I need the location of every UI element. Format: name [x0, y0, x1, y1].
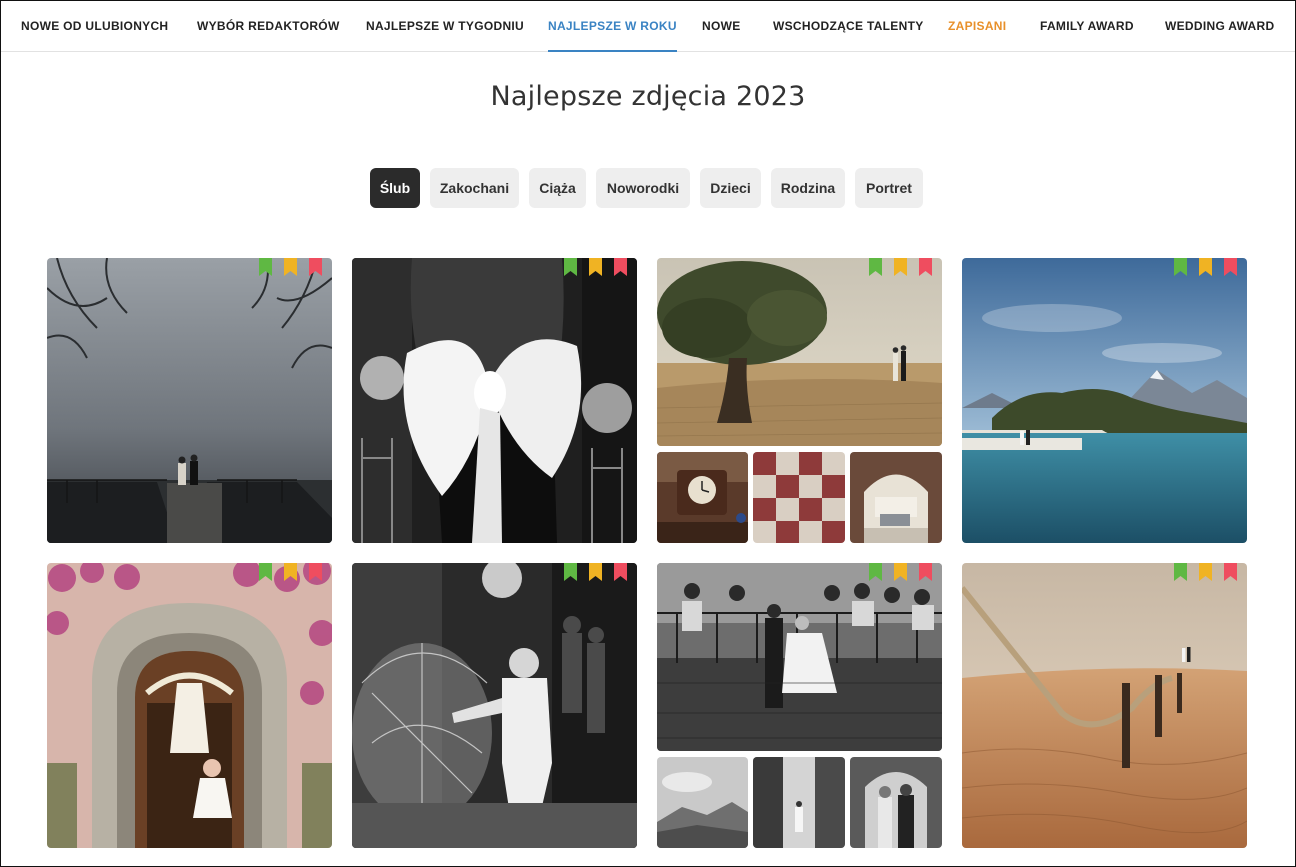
nav-family-award[interactable]: FAMILY AWARD	[1040, 1, 1134, 52]
nav-new[interactable]: NOWE	[702, 1, 741, 52]
nav-wedding-award[interactable]: WEDDING AWARD	[1165, 1, 1274, 52]
photo-mountain-lake[interactable]	[962, 258, 1247, 543]
category-pill-engaged[interactable]: Zakochani	[430, 168, 519, 208]
category-pill-wedding[interactable]: Ślub	[370, 168, 420, 208]
category-pill-pregnancy[interactable]: Ciąża	[529, 168, 586, 208]
nav-saved[interactable]: ZAPISANI	[948, 1, 1006, 52]
photo-archway[interactable]	[850, 452, 942, 543]
photo-hills[interactable]	[657, 757, 748, 848]
nav-new-from-favorites[interactable]: NOWE OD ULUBIONYCH	[21, 1, 168, 52]
award-badges	[564, 563, 627, 581]
award-badges	[259, 563, 322, 581]
photo-ornate-doorway[interactable]	[47, 563, 332, 848]
award-badges	[869, 563, 932, 581]
photo-people-doorway[interactable]	[850, 757, 942, 848]
award-badges	[1174, 258, 1237, 276]
category-pill-portrait[interactable]: Portret	[855, 168, 923, 208]
award-badges	[1174, 563, 1237, 581]
category-pill-children[interactable]: Dzieci	[700, 168, 761, 208]
nav-rising-talents[interactable]: WSCHODZĄCE TALENTY	[773, 1, 924, 52]
photo-bride-crowd[interactable]	[657, 563, 942, 751]
top-navigation: NOWE OD ULUBIONYCH WYBÓR REDAKTORÓW NAJL…	[1, 1, 1295, 52]
photo-sand-dune[interactable]	[962, 563, 1247, 848]
award-badges	[259, 258, 322, 276]
photo-tree-field[interactable]	[657, 258, 942, 446]
category-pill-family[interactable]: Rodzina	[771, 168, 845, 208]
category-pill-newborns[interactable]: Noworodki	[596, 168, 690, 208]
photo-checkered-floor[interactable]	[753, 452, 845, 543]
nav-best-of-year[interactable]: NAJLEPSZE W ROKU	[548, 1, 677, 52]
photo-fog-pier[interactable]	[47, 258, 332, 543]
nav-best-of-week[interactable]: NAJLEPSZE W TYGODNIU	[366, 1, 524, 52]
photo-clock[interactable]	[657, 452, 748, 543]
photo-bride-umbrella[interactable]	[352, 563, 637, 848]
page-title: Najlepsze zdjęcia 2023	[490, 81, 806, 112]
nav-editors-choice[interactable]: WYBÓR REDAKTORÓW	[197, 1, 340, 52]
award-badges	[869, 258, 932, 276]
photo-narrow-street[interactable]	[753, 757, 845, 848]
award-badges	[564, 258, 627, 276]
page-frame: NOWE OD ULUBIONYCH WYBÓR REDAKTORÓW NAJL…	[0, 0, 1296, 867]
photo-bride-bow[interactable]	[352, 258, 637, 543]
